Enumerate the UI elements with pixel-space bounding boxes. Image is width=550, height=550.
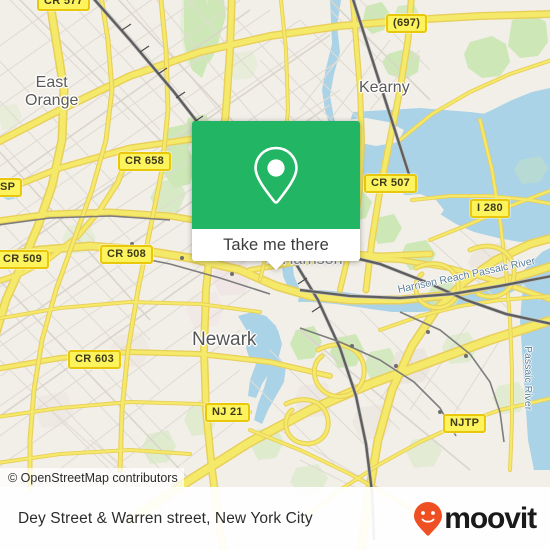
map-screenshot: .land { fill:#f2efe9; } .water { fill:#a… xyxy=(0,0,550,550)
take-me-there-label: Take me there xyxy=(223,235,329,254)
water-label-passaic-river: Passaic River xyxy=(522,346,534,411)
road-shield-sp[interactable]: SP xyxy=(0,178,23,197)
road-shield-njtp[interactable]: NJTP xyxy=(443,414,487,433)
footer-bar: Dey Street & Warren street, New York Cit… xyxy=(0,487,550,550)
road-shield-cr-658[interactable]: CR 658 xyxy=(118,152,172,171)
place-label-east-orange: East Orange xyxy=(25,74,78,110)
place-label-newark: Newark xyxy=(192,329,257,350)
road-shield-i-280[interactable]: I 280 xyxy=(470,199,510,218)
map-pin-icon xyxy=(254,146,298,204)
road-shield-nj-21[interactable]: NJ 21 xyxy=(205,403,250,422)
road-shield-cr-603[interactable]: CR 603 xyxy=(68,350,122,369)
road-shield-cr-577[interactable]: CR 577 xyxy=(37,0,91,11)
place-label-line1: East xyxy=(35,74,68,91)
road-shield-cr-509[interactable]: CR 509 xyxy=(0,250,50,269)
moovit-logo[interactable]: moovit xyxy=(413,501,537,537)
road-shield-cr-508[interactable]: CR 508 xyxy=(100,245,154,264)
location-title: Dey Street & Warren street, New York Cit… xyxy=(18,509,313,527)
osm-attribution[interactable]: © OpenStreetMap contributors xyxy=(0,468,184,488)
callout-pointer-tail xyxy=(266,260,286,270)
place-label-kearny: Kearny xyxy=(359,79,410,96)
moovit-smiley-pin-icon xyxy=(414,501,443,536)
moovit-wordmark: moovit xyxy=(444,501,537,535)
callout-cta-area[interactable]: Take me there xyxy=(192,229,360,270)
road-shield-cr-507[interactable]: CR 507 xyxy=(364,174,418,193)
callout-icon-area xyxy=(192,121,360,229)
location-callout-card[interactable]: Take me there xyxy=(192,121,360,270)
road-shield-697[interactable]: (697) xyxy=(386,14,428,33)
place-label-line2: Orange xyxy=(25,92,79,109)
